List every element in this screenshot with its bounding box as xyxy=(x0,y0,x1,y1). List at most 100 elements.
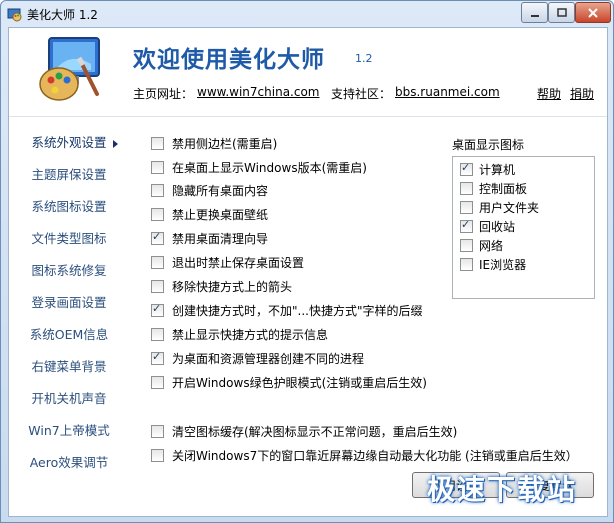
sidebar-item-startup-sound[interactable]: 开机关机声音 xyxy=(9,387,129,411)
checkbox[interactable] xyxy=(151,302,164,317)
selected-arrow-icon xyxy=(113,140,118,148)
option-label: 清空图标缓存(解决图标显示不正常问题，重启后生效) xyxy=(172,424,458,439)
checkbox[interactable] xyxy=(460,161,473,176)
list-item-label: 回收站 xyxy=(479,219,516,234)
option-label: 为桌面和资源管理器创建不同的进程 xyxy=(172,351,365,366)
sidebar-item-appearance[interactable]: 系统外观设置 xyxy=(9,131,129,155)
list-item-label: 计算机 xyxy=(479,162,516,177)
desktop-icons-list[interactable]: 计算机 控制面板 用户文件夹 回收站 网络 IE浏览器 xyxy=(452,156,595,299)
list-item[interactable]: IE浏览器 xyxy=(460,255,526,273)
option-disable-aero-snap[interactable]: 关闭Windows7下的窗口靠近屏幕边缘自动最大化功能 (注销或重启后生效） xyxy=(151,445,578,465)
sidebar-item-icon-repair[interactable]: 图标系统修复 xyxy=(9,259,129,283)
client-area: 欢迎使用美化大师 1.2 主页网址： www.win7china.com 支持社… xyxy=(8,27,608,517)
option-no-shortcut-tooltip[interactable]: 禁止显示快捷方式的提示信息 xyxy=(151,324,328,344)
sidebar-item-label: 系统外观设置 xyxy=(31,135,107,150)
option-show-windows-version[interactable]: 在桌面上显示Windows版本(需重启) xyxy=(151,157,367,177)
option-disable-sidebar[interactable]: 禁用侧边栏(需重启) xyxy=(151,133,277,153)
option-label: 禁止显示快捷方式的提示信息 xyxy=(172,327,329,342)
sidebar-item-label: 图标系统修复 xyxy=(31,263,107,278)
option-label: 移除快捷方式上的箭头 xyxy=(172,279,293,294)
list-item-label: 控制面板 xyxy=(479,181,528,196)
option-clear-icon-cache[interactable]: 清空图标缓存(解决图标显示不正常问题，重启后生效) xyxy=(151,421,457,441)
group-title: 桌面显示图标 xyxy=(452,136,529,153)
main-window: 美化大师 1.2 欢迎使用美化大师 1.2 主页网址： www.win7chin… xyxy=(0,0,614,523)
checkbox[interactable] xyxy=(460,218,473,233)
checkbox[interactable] xyxy=(151,230,164,245)
option-eye-care-mode[interactable]: 开启Windows绿色护眼模式(注销或重启后生效) xyxy=(151,372,427,392)
checkbox[interactable] xyxy=(460,200,473,214)
version-label: 1.2 xyxy=(355,52,373,65)
sidebar-item-label: 系统图标设置 xyxy=(31,199,107,214)
list-item[interactable]: 用户文件夹 xyxy=(460,198,539,216)
community-label: 支持社区： xyxy=(331,87,392,101)
option-remove-shortcut-arrow[interactable]: 移除快捷方式上的箭头 xyxy=(151,276,292,296)
list-item-label: IE浏览器 xyxy=(479,257,527,272)
checkbox[interactable] xyxy=(151,424,164,438)
checkbox[interactable] xyxy=(151,160,164,174)
checkbox[interactable] xyxy=(151,183,164,197)
watermark-text: 极速下载站 xyxy=(427,473,578,506)
sidebar-item-label: 右键菜单背景 xyxy=(31,359,107,374)
close-icon xyxy=(588,7,598,18)
header: 欢迎使用美化大师 1.2 主页网址： www.win7china.com 支持社… xyxy=(9,28,607,111)
list-item[interactable]: 回收站 xyxy=(460,217,515,235)
community-link[interactable]: bbs.ruanmei.com xyxy=(395,85,500,99)
option-separate-process[interactable]: 为桌面和资源管理器创建不同的进程 xyxy=(151,348,364,368)
list-item-label: 网络 xyxy=(479,238,504,253)
sidebar-item-login-screen[interactable]: 登录画面设置 xyxy=(9,291,129,315)
option-disable-cleanup-wizard[interactable]: 禁用桌面清理向导 xyxy=(151,228,268,248)
close-button[interactable] xyxy=(575,2,611,23)
sidebar-item-context-menu-bg[interactable]: 右键菜单背景 xyxy=(9,355,129,379)
option-label: 创建快捷方式时，不加"...快捷方式"字样的后缀 xyxy=(172,303,423,318)
sidebar-item-oem-info[interactable]: 系统OEM信息 xyxy=(9,323,129,347)
checkbox[interactable] xyxy=(151,327,164,341)
checkbox[interactable] xyxy=(151,375,164,389)
window-title: 美化大师 1.2 xyxy=(27,8,98,22)
option-label: 退出时禁止保存桌面设置 xyxy=(172,255,305,270)
option-label: 在桌面上显示Windows版本(需重启) xyxy=(172,160,367,175)
checkbox[interactable] xyxy=(151,448,164,462)
option-lock-wallpaper[interactable]: 禁止更换桌面壁纸 xyxy=(151,204,268,224)
sidebar-item-label: 登录画面设置 xyxy=(31,295,107,310)
maximize-icon xyxy=(556,7,567,17)
welcome-title: 欢迎使用美化大师 xyxy=(133,47,325,73)
desktop-icons-group: 桌面显示图标 计算机 控制面板 用户文件夹 回收站 网络 IE浏览器 xyxy=(452,136,595,299)
option-no-save-desktop[interactable]: 退出时禁止保存桌面设置 xyxy=(151,252,304,272)
list-item[interactable]: 网络 xyxy=(460,236,503,254)
sidebar-item-label: 开机关机声音 xyxy=(31,391,107,406)
option-label: 禁用侧边栏(需重启) xyxy=(172,136,278,151)
sidebar-item-aero[interactable]: Aero效果调节 xyxy=(9,451,129,475)
sidebar-item-system-icons[interactable]: 系统图标设置 xyxy=(9,195,129,219)
sidebar-item-god-mode[interactable]: Win7上帝模式 xyxy=(9,419,129,443)
homepage-link[interactable]: www.win7china.com xyxy=(197,85,319,99)
title-bar[interactable]: 美化大师 1.2 xyxy=(1,1,613,27)
sidebar-item-file-type-icons[interactable]: 文件类型图标 xyxy=(9,227,129,251)
homepage-label: 主页网址： xyxy=(133,87,194,101)
checkbox[interactable] xyxy=(460,257,473,271)
checkbox[interactable] xyxy=(151,136,164,150)
sidebar-item-label: Win7上帝模式 xyxy=(28,423,110,438)
list-item[interactable]: 计算机 xyxy=(460,160,515,178)
sidebar-item-label: Aero效果调节 xyxy=(29,455,109,470)
donate-link[interactable]: 捐助 xyxy=(570,85,594,102)
checkbox[interactable] xyxy=(460,181,473,195)
option-hide-desktop[interactable]: 隐藏所有桌面内容 xyxy=(151,180,268,200)
option-no-shortcut-suffix[interactable]: 创建快捷方式时，不加"...快捷方式"字样的后缀 xyxy=(151,300,422,320)
header-divider xyxy=(9,116,607,117)
checkbox[interactable] xyxy=(151,350,164,365)
sidebar-item-theme[interactable]: 主题屏保设置 xyxy=(9,163,129,187)
watermark: 极速下载站 xyxy=(427,466,599,506)
help-link[interactable]: 帮助 xyxy=(537,85,561,102)
option-label: 开启Windows绿色护眼模式(注销或重启后生效) xyxy=(172,375,427,390)
checkbox[interactable] xyxy=(151,279,164,293)
maximize-button[interactable] xyxy=(548,2,575,23)
list-item[interactable]: 控制面板 xyxy=(460,179,527,197)
option-label: 隐藏所有桌面内容 xyxy=(172,183,269,198)
option-label: 关闭Windows7下的窗口靠近屏幕边缘自动最大化功能 (注销或重启后生效） xyxy=(172,448,578,463)
minimize-button[interactable] xyxy=(521,2,548,23)
list-item-label: 用户文件夹 xyxy=(479,200,540,215)
checkbox[interactable] xyxy=(151,255,164,269)
checkbox[interactable] xyxy=(151,207,164,221)
checkbox[interactable] xyxy=(460,238,473,252)
app-palette-icon xyxy=(7,8,22,22)
